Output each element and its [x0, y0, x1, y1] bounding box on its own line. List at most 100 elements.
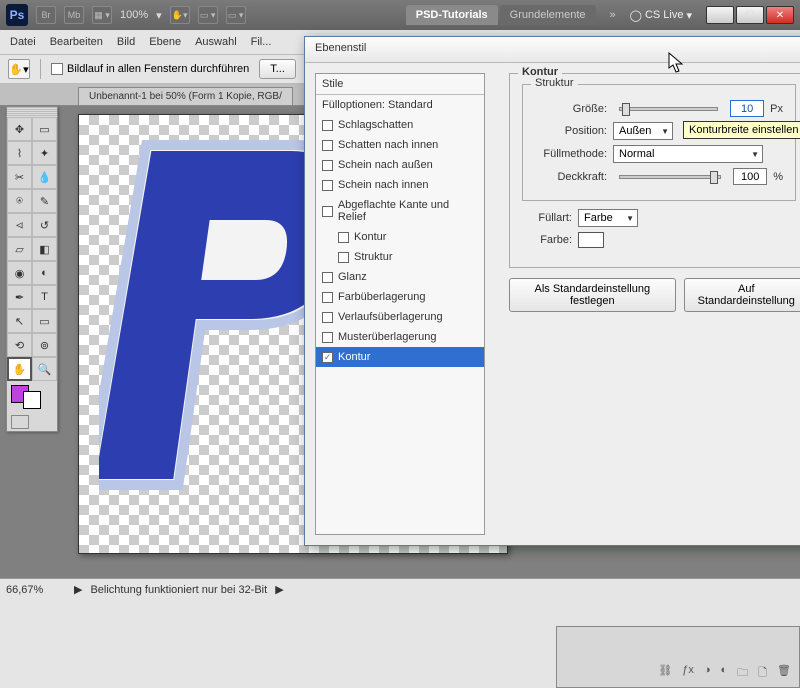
hand-tool[interactable]: ✋	[7, 357, 32, 381]
close-button[interactable]: ✕	[766, 6, 794, 24]
quickmask-row	[7, 413, 57, 431]
view-button[interactable]: ▦ ▾	[92, 6, 112, 24]
workspace-tab-grundelemente[interactable]: Grundelemente	[500, 5, 596, 25]
opacity-input[interactable]	[733, 168, 767, 185]
style-item[interactable]: Farbüberlagerung	[316, 287, 484, 307]
new-layer-icon[interactable]: 🗋	[758, 664, 767, 683]
style-item[interactable]: Fülloptionen: Standard	[316, 95, 484, 115]
style-item[interactable]: Struktur	[316, 247, 484, 267]
menu-filter[interactable]: Fil...	[251, 36, 272, 48]
minibridge-button[interactable]: Mb	[64, 6, 84, 24]
opacity-slider[interactable]	[619, 175, 721, 179]
wand-tool[interactable]: ✦	[32, 141, 57, 165]
blend-dropdown[interactable]: Normal	[613, 145, 763, 163]
hand-tool-button[interactable]: ✋▾	[170, 6, 190, 24]
history-brush-tool[interactable]: ↺	[32, 213, 57, 237]
trash-icon[interactable]: 🗑	[777, 664, 791, 683]
size-slider[interactable]	[619, 107, 718, 111]
status-arrow-icon[interactable]: ▶	[74, 583, 82, 596]
gradient-tool[interactable]: ◧	[32, 237, 57, 261]
position-dropdown[interactable]: Außen	[613, 122, 673, 140]
menu-bild[interactable]: Bild	[117, 36, 135, 48]
adjust-icon[interactable]: ◐	[721, 664, 728, 683]
marquee-tool[interactable]: ▭	[32, 117, 57, 141]
zoom-tool[interactable]: 🔍	[32, 357, 57, 381]
lasso-tool[interactable]: ⌇	[7, 141, 32, 165]
crop-tool[interactable]: ✂	[7, 165, 32, 189]
minimize-button[interactable]: —	[706, 6, 734, 24]
color-swatches[interactable]	[7, 381, 57, 413]
status-zoom[interactable]: 66,67%	[6, 584, 66, 596]
checkbox-icon	[322, 120, 333, 131]
make-default-button[interactable]: Als Standardeinstellung festlegen	[509, 278, 676, 312]
zoom-level[interactable]: 100%	[120, 9, 148, 21]
link-icon[interactable]: ⛓	[658, 664, 672, 683]
3d-tool[interactable]: ⟲	[7, 333, 32, 357]
size-input[interactable]	[730, 100, 764, 117]
path-select-tool[interactable]: ↖	[7, 309, 32, 333]
settings-panel: Kontur Struktur Größe: Px Konturbreite e…	[495, 63, 800, 545]
checkbox-icon	[322, 312, 333, 323]
type-tool[interactable]: T	[32, 285, 57, 309]
checkbox-icon	[322, 180, 333, 191]
dodge-tool[interactable]: ◐	[32, 261, 57, 285]
3d-camera-tool[interactable]: ⊚	[32, 333, 57, 357]
fx-icon[interactable]: ƒx	[682, 664, 694, 683]
eyedropper-tool[interactable]: 💧	[32, 165, 57, 189]
optbar-button[interactable]: T...	[259, 59, 296, 79]
color-label: Farbe:	[522, 234, 572, 246]
zoom-chevron-icon[interactable]: ▾	[156, 9, 162, 22]
menu-auswahl[interactable]: Auswahl	[195, 36, 237, 48]
bridge-button[interactable]: Br	[36, 6, 56, 24]
reset-default-button[interactable]: Auf Standardeinstellung	[684, 278, 800, 312]
healing-tool[interactable]: ⍟	[7, 189, 32, 213]
cslive-button[interactable]: ◯ CS Live ▾	[630, 9, 692, 22]
quickmask-button[interactable]	[11, 415, 29, 429]
toolbox-grip[interactable]	[7, 107, 57, 117]
style-item-label: Schatten nach innen	[338, 139, 438, 151]
shape-tool[interactable]: ▭	[32, 309, 57, 333]
eraser-tool[interactable]: ▱	[7, 237, 32, 261]
blur-tool[interactable]: ◉	[7, 261, 32, 285]
menu-ebene[interactable]: Ebene	[149, 36, 181, 48]
arrange-button[interactable]: ▭ ▾	[198, 6, 218, 24]
move-tool[interactable]: ✥	[7, 117, 32, 141]
style-item[interactable]: Glanz	[316, 267, 484, 287]
style-item[interactable]: Schein nach innen	[316, 175, 484, 195]
style-item[interactable]: Kontur	[316, 227, 484, 247]
toolbox: ✥ ▭ ⌇ ✦ ✂ 💧 ⍟ ✎ ⏿ ↺ ▱ ◧ ◉ ◐ ✒ T ↖ ▭ ⟲ ⊚ …	[6, 106, 58, 432]
status-bar: 66,67% ▶ Belichtung funktioniert nur bei…	[0, 578, 800, 600]
folder-icon[interactable]: 🗀	[737, 664, 748, 683]
style-item-label: Schlagschatten	[338, 119, 413, 131]
status-arrow2-icon[interactable]: ▶	[275, 583, 283, 596]
style-item[interactable]: Abgeflachte Kante und Relief	[316, 195, 484, 227]
fill-dropdown[interactable]: Farbe	[578, 209, 638, 227]
maximize-button[interactable]: ☐	[736, 6, 764, 24]
workspace-more-icon[interactable]: »	[604, 9, 622, 21]
style-item-label: Verlaufsüberlagerung	[338, 311, 443, 323]
menu-datei[interactable]: Datei	[10, 36, 36, 48]
stamp-tool[interactable]: ⏿	[7, 213, 32, 237]
style-item[interactable]: Schatten nach innen	[316, 135, 484, 155]
background-swatch[interactable]	[23, 391, 41, 409]
style-list-header: Stile	[316, 74, 484, 95]
style-item[interactable]: Musterüberlagerung	[316, 327, 484, 347]
screenmode-button[interactable]: ▭ ▾	[226, 6, 246, 24]
fill-value: Farbe	[584, 212, 613, 224]
color-swatch[interactable]	[578, 232, 604, 248]
style-item-label: Kontur	[354, 231, 386, 243]
style-item[interactable]: Verlaufsüberlagerung	[316, 307, 484, 327]
document-tab[interactable]: Unbenannt-1 bei 50% (Form 1 Kopie, RGB/	[78, 87, 293, 105]
style-item[interactable]: ✓Kontur	[316, 347, 484, 367]
style-item-label: Farbüberlagerung	[338, 291, 425, 303]
pen-tool[interactable]: ✒	[7, 285, 32, 309]
scroll-all-checkbox[interactable]: Bildlauf in allen Fenstern durchführen	[51, 63, 249, 75]
mask-icon[interactable]: ◑	[704, 664, 711, 683]
style-item[interactable]: Schein nach außen	[316, 155, 484, 175]
menu-bearbeiten[interactable]: Bearbeiten	[50, 36, 103, 48]
scroll-all-label: Bildlauf in allen Fenstern durchführen	[67, 63, 249, 75]
workspace-tab-tutorials[interactable]: PSD-Tutorials	[406, 5, 498, 25]
current-tool-icon[interactable]: ✋▾	[8, 59, 30, 79]
style-item[interactable]: Schlagschatten	[316, 115, 484, 135]
brush-tool[interactable]: ✎	[32, 189, 57, 213]
